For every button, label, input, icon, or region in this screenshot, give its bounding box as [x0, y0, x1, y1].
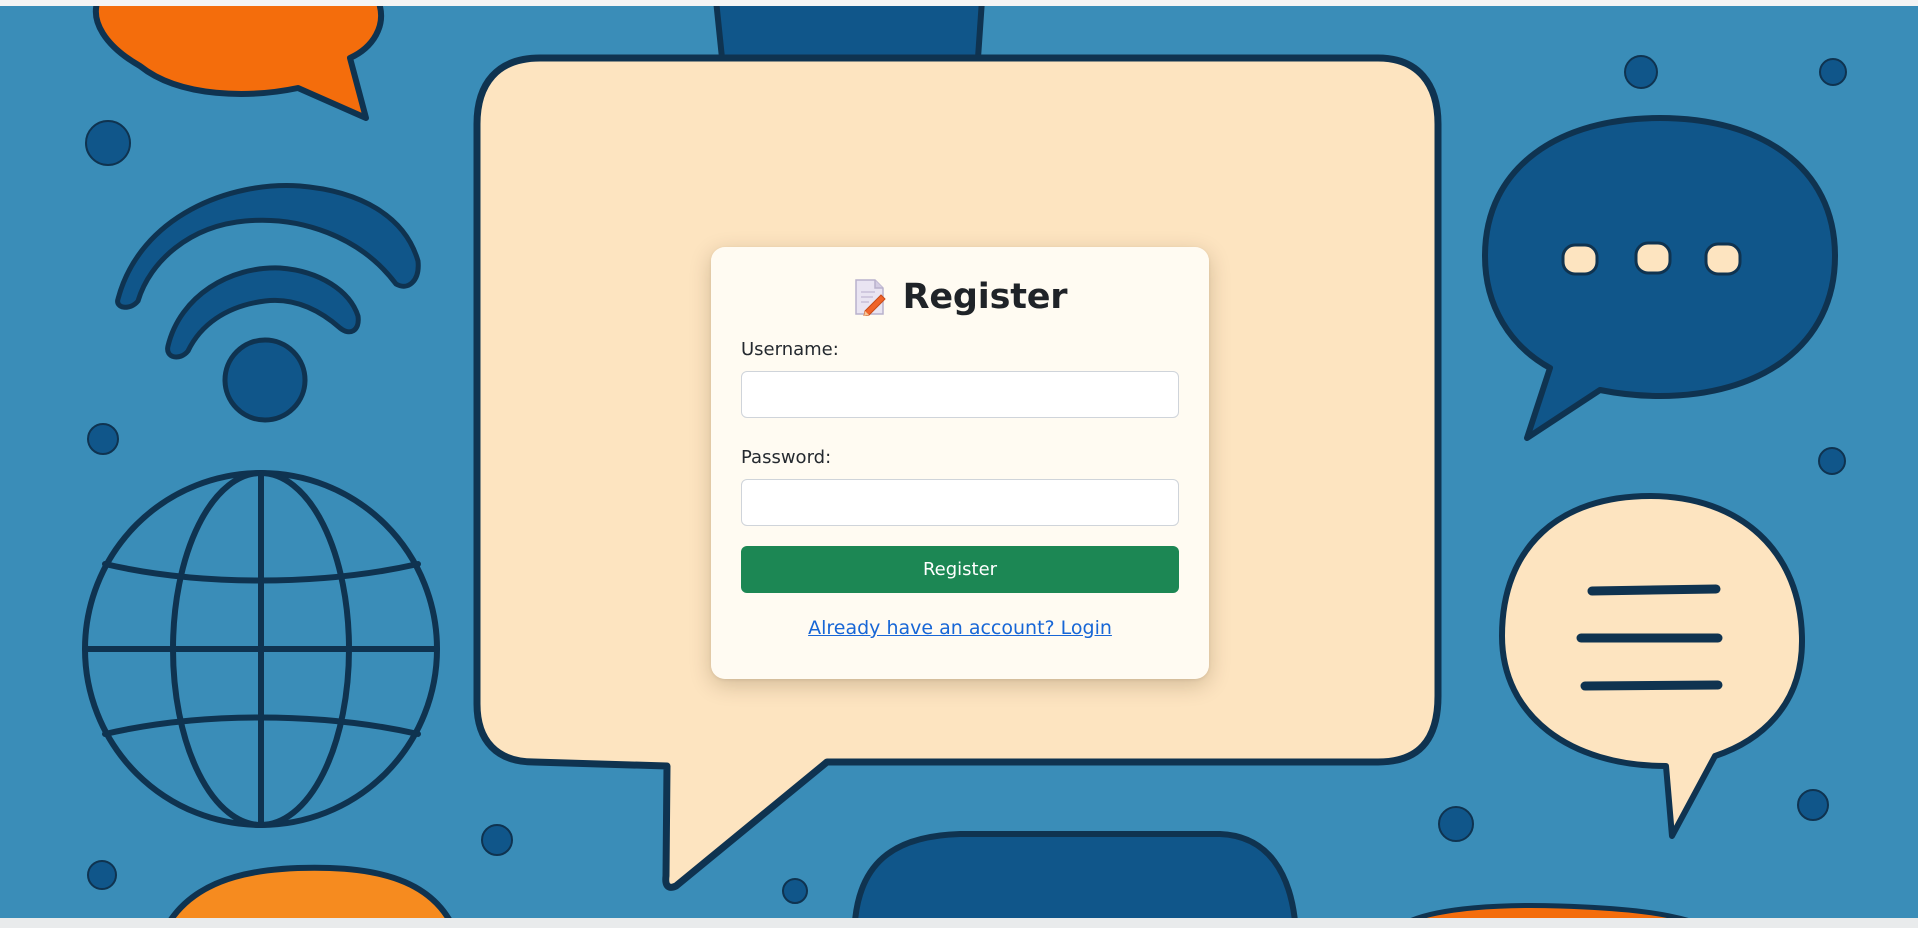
- username-group: Username:: [741, 339, 1179, 418]
- username-input[interactable]: [741, 371, 1179, 418]
- register-card: Register Username: Password: Register Al…: [711, 247, 1209, 679]
- password-group: Password:: [741, 447, 1179, 526]
- login-link-container: Already have an account? Login: [741, 617, 1179, 639]
- top-center-bubble: [713, 6, 985, 61]
- password-input[interactable]: [741, 479, 1179, 526]
- bottom-center-bubble: [852, 831, 1298, 918]
- card-header: Register: [741, 275, 1179, 319]
- globe-icon: [82, 470, 440, 828]
- password-label: Password:: [741, 447, 832, 468]
- browser-bottom-strip: [0, 918, 1918, 928]
- login-link[interactable]: Already have an account? Login: [808, 617, 1112, 639]
- username-label: Username:: [741, 339, 839, 360]
- page-title: Register: [902, 277, 1068, 317]
- register-button[interactable]: Register: [741, 546, 1179, 593]
- memo-pencil-icon: [853, 278, 887, 317]
